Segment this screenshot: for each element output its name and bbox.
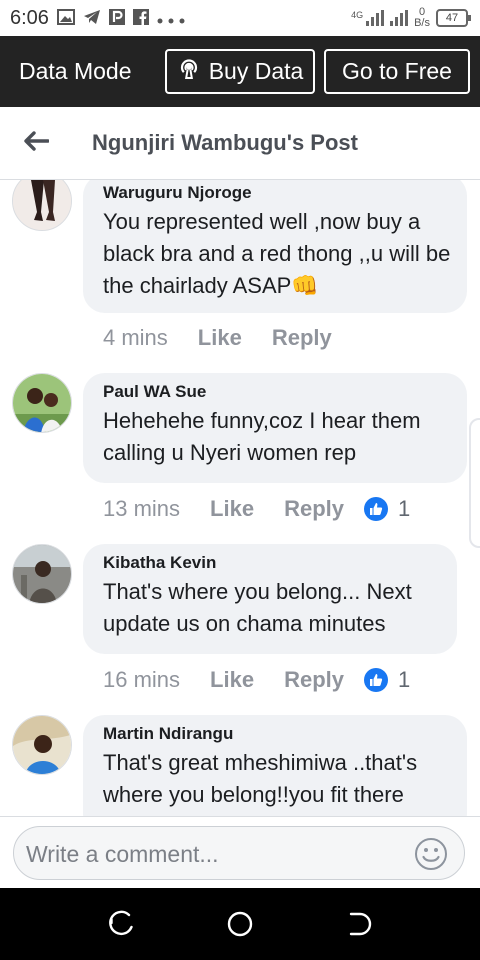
- comments-list: Waruguru Njoroge You represented well ,n…: [0, 180, 480, 816]
- network-speed: 0 B/s: [414, 7, 430, 29]
- reaction-count: 1: [398, 667, 411, 692]
- comment-author[interactable]: Martin Ndirangu: [103, 724, 453, 744]
- go-to-free-button[interactable]: Go to Free: [324, 49, 470, 94]
- telegram-notification-icon: [83, 9, 101, 28]
- facebook-notification-icon: [132, 8, 149, 28]
- comment-actions: 16 mins Like Reply 1: [103, 667, 410, 693]
- network-type: 4G: [351, 10, 364, 20]
- signal-icon: 4G: [351, 10, 385, 26]
- like-link[interactable]: Like: [210, 667, 254, 693]
- avatar[interactable]: [12, 373, 72, 433]
- go-to-free-label: Go to Free: [342, 58, 452, 84]
- home-icon[interactable]: [226, 910, 254, 938]
- battery-icon: 47: [436, 9, 471, 27]
- back-button[interactable]: [0, 107, 72, 180]
- buy-data-button[interactable]: Buy Data: [165, 49, 315, 94]
- comment-bubble: Paul WA Sue Hehehehe funny,coz I hear th…: [83, 373, 467, 483]
- navigation-bar: [0, 888, 480, 960]
- avatar[interactable]: [12, 180, 72, 231]
- comment-text: That's where you belong... Next update u…: [103, 579, 412, 636]
- comment-composer: Write a comment...: [0, 816, 480, 888]
- reply-link[interactable]: Reply: [284, 667, 344, 693]
- reply-link[interactable]: Reply: [272, 325, 332, 351]
- comment-author[interactable]: Kibatha Kevin: [103, 553, 443, 573]
- data-mode-label: Data Mode: [19, 58, 132, 84]
- comment-time[interactable]: 16 mins: [103, 667, 180, 693]
- broadcast-icon: [177, 57, 201, 87]
- comment-author[interactable]: Paul WA Sue: [103, 382, 453, 402]
- scroll-edge: [469, 418, 480, 548]
- avatar[interactable]: [12, 544, 72, 604]
- network-speed-unit: B/s: [414, 17, 430, 29]
- comment-input[interactable]: Write a comment...: [13, 826, 465, 880]
- battery-level: 47: [445, 12, 459, 24]
- status-right: 4G 0 B/s 47: [351, 7, 471, 29]
- comment-placeholder: Write a comment...: [26, 841, 219, 867]
- like-link[interactable]: Like: [198, 325, 242, 351]
- comment-bubble: Waruguru Njoroge You represented well ,n…: [83, 180, 467, 313]
- recent-apps-icon[interactable]: [107, 910, 135, 938]
- comment-text: You represented well ,now buy a black br…: [103, 209, 451, 298]
- signal-icon-2: [390, 10, 409, 26]
- back-nav-icon[interactable]: [345, 910, 373, 938]
- post-header: Ngunjiri Wambugu's Post: [0, 107, 480, 180]
- like-link[interactable]: Like: [210, 496, 254, 522]
- comment-actions: 13 mins Like Reply 1: [103, 496, 410, 522]
- buy-data-label: Buy Data: [208, 58, 304, 84]
- status-time: 6:06: [10, 6, 49, 29]
- comment-bubble: Martin Ndirangu That's great mheshimiwa …: [83, 715, 467, 816]
- reply-link[interactable]: Reply: [284, 496, 344, 522]
- status-bar: 6:06 4G 0 B/s 47: [0, 0, 480, 36]
- comment-actions: 4 mins Like Reply: [103, 325, 332, 351]
- comment-time[interactable]: 13 mins: [103, 496, 180, 522]
- avatar[interactable]: [12, 715, 72, 775]
- comment-text: Hehehehe funny,coz I hear them calling u…: [103, 408, 421, 465]
- thumbs-up-icon: [364, 668, 388, 692]
- comment-author[interactable]: Waruguru Njoroge: [103, 183, 453, 203]
- status-left: 6:06: [10, 7, 185, 30]
- comment-time[interactable]: 4 mins: [103, 325, 168, 351]
- reaction-summary[interactable]: 1: [364, 496, 410, 522]
- reaction-summary[interactable]: 1: [364, 667, 410, 693]
- arrow-left-icon: [23, 130, 50, 156]
- reaction-count: 1: [398, 496, 411, 521]
- emoji-icon[interactable]: [414, 837, 448, 876]
- data-mode-bar: Data Mode Buy Data Go to Free: [0, 36, 480, 107]
- page-title: Ngunjiri Wambugu's Post: [92, 130, 358, 155]
- comment-bubble: Kibatha Kevin That's where you belong...…: [83, 544, 457, 654]
- gallery-notification-icon: [56, 8, 75, 28]
- thumbs-up-icon: [364, 497, 388, 521]
- comment-text: That's great mheshimiwa ..that's where y…: [103, 750, 418, 807]
- more-notifications-icon: [157, 10, 185, 27]
- p-notification-icon: [108, 8, 125, 28]
